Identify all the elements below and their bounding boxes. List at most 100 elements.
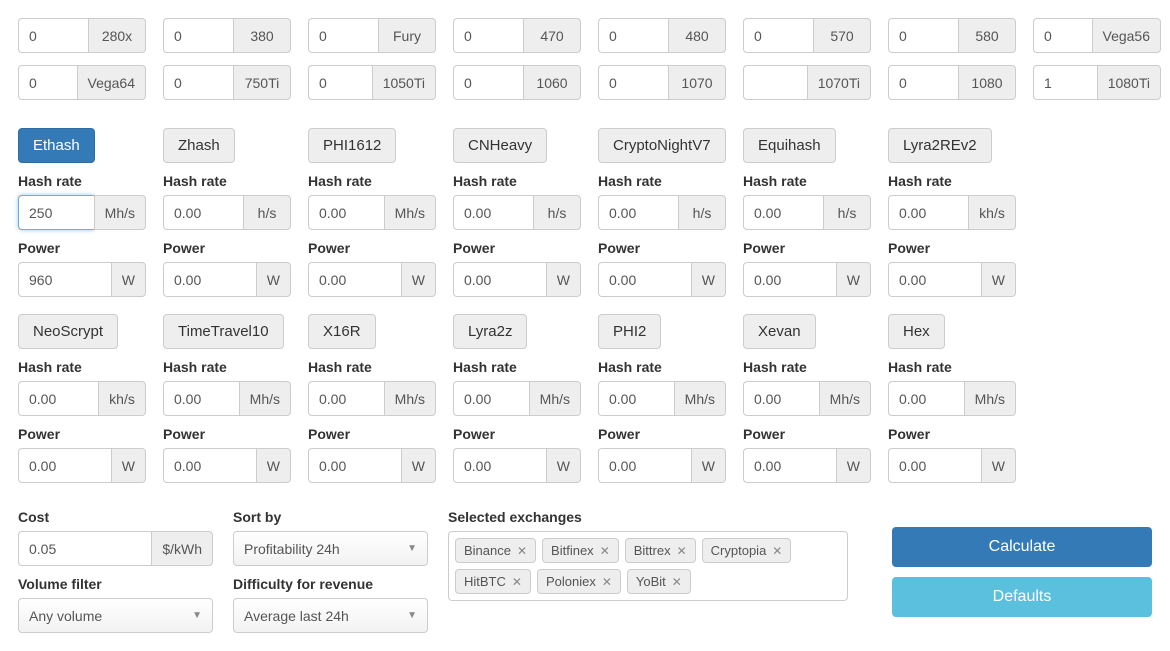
close-icon[interactable]: ✕ <box>677 544 687 558</box>
hashrate-input[interactable] <box>598 381 674 416</box>
gpu-input-group: 570 <box>743 18 871 53</box>
close-icon[interactable]: ✕ <box>672 575 682 589</box>
hashrate-input[interactable] <box>743 195 823 230</box>
algo-button[interactable]: PHI2 <box>598 314 661 349</box>
hashrate-input[interactable] <box>163 381 239 416</box>
hashrate-input[interactable] <box>163 195 243 230</box>
algo-button[interactable]: Lyra2REv2 <box>888 128 992 163</box>
algo-button[interactable]: Lyra2z <box>453 314 527 349</box>
gpu-count-input[interactable] <box>163 18 233 53</box>
power-label: Power <box>888 240 1016 256</box>
gpu-count-input[interactable] <box>453 65 523 100</box>
power-unit: W <box>836 262 871 297</box>
algo-button[interactable]: Xevan <box>743 314 816 349</box>
volume-filter-select[interactable]: Any volume ▼ <box>18 598 213 633</box>
gpu-count-input[interactable] <box>1033 65 1097 100</box>
hashrate-input[interactable] <box>18 381 98 416</box>
algo-button[interactable]: Hex <box>888 314 945 349</box>
exchanges-box[interactable]: Binance✕Bitfinex✕Bittrex✕Cryptopia✕ HitBT… <box>448 531 848 601</box>
gpu-model-label: 570 <box>813 18 871 53</box>
power-input[interactable] <box>888 262 981 297</box>
close-icon[interactable]: ✕ <box>512 575 522 589</box>
exchange-tag[interactable]: Binance✕ <box>455 538 536 563</box>
power-input[interactable] <box>453 448 546 483</box>
power-input[interactable] <box>18 262 111 297</box>
power-input[interactable] <box>18 448 111 483</box>
gpu-count-input[interactable] <box>18 65 77 100</box>
algo-button[interactable]: CryptoNightV7 <box>598 128 726 163</box>
power-input[interactable] <box>163 262 256 297</box>
hashrate-input-group: Mh/s <box>308 381 436 416</box>
hashrate-unit: h/s <box>243 195 291 230</box>
power-input[interactable] <box>743 448 836 483</box>
exchange-tag[interactable]: Bittrex✕ <box>625 538 696 563</box>
gpu-count-input[interactable] <box>308 65 372 100</box>
power-input[interactable] <box>598 448 691 483</box>
gpu-input-group: 750Ti <box>163 65 291 100</box>
gpu-count-input[interactable] <box>888 18 958 53</box>
gpu-count-input[interactable] <box>598 18 668 53</box>
sort-by-select[interactable]: Profitability 24h ▼ <box>233 531 428 566</box>
power-input[interactable] <box>308 448 401 483</box>
algo-button[interactable]: TimeTravel10 <box>163 314 284 349</box>
exchange-tag[interactable]: HitBTC✕ <box>455 569 531 594</box>
sort-by-label: Sort by <box>233 509 428 525</box>
hashrate-input[interactable] <box>888 381 964 416</box>
exchange-tag[interactable]: YoBit✕ <box>627 569 691 594</box>
hashrate-unit: Mh/s <box>529 381 581 416</box>
close-icon[interactable]: ✕ <box>772 544 782 558</box>
hashrate-input[interactable] <box>18 195 94 230</box>
gpu-count-input[interactable] <box>888 65 958 100</box>
gpu-count-input[interactable] <box>598 65 668 100</box>
power-input[interactable] <box>888 448 981 483</box>
gpu-count-input[interactable] <box>18 18 88 53</box>
algo-block: Lyra2REv2Hash ratekh/sPowerW <box>888 128 1016 297</box>
gpu-count-input[interactable] <box>743 18 813 53</box>
gpu-count-input[interactable] <box>743 65 807 100</box>
algo-button[interactable]: Zhash <box>163 128 235 163</box>
hashrate-input[interactable] <box>308 195 384 230</box>
close-icon[interactable]: ✕ <box>600 544 610 558</box>
algo-block: TimeTravel10Hash rateMh/sPowerW <box>163 314 291 483</box>
power-input-group: W <box>743 448 871 483</box>
gpu-count-input[interactable] <box>1033 18 1092 53</box>
algo-button[interactable]: X16R <box>308 314 376 349</box>
power-input[interactable] <box>308 262 401 297</box>
power-label: Power <box>163 426 291 442</box>
power-input[interactable] <box>743 262 836 297</box>
cost-input[interactable] <box>18 531 151 566</box>
algo-button[interactable]: Equihash <box>743 128 836 163</box>
hashrate-input[interactable] <box>888 195 968 230</box>
power-input[interactable] <box>163 448 256 483</box>
difficulty-select[interactable]: Average last 24h ▼ <box>233 598 428 633</box>
algo-button[interactable]: Ethash <box>18 128 95 163</box>
hashrate-input[interactable] <box>743 381 819 416</box>
gpu-count-input[interactable] <box>308 18 378 53</box>
hashrate-input[interactable] <box>598 195 678 230</box>
exchange-tag[interactable]: Bitfinex✕ <box>542 538 619 563</box>
close-icon[interactable]: ✕ <box>602 575 612 589</box>
close-icon[interactable]: ✕ <box>517 544 527 558</box>
power-input-group: W <box>598 262 726 297</box>
exchange-tag[interactable]: Poloniex✕ <box>537 569 621 594</box>
algo-button[interactable]: CNHeavy <box>453 128 547 163</box>
algo-button[interactable]: NeoScrypt <box>18 314 118 349</box>
power-input[interactable] <box>598 262 691 297</box>
defaults-button[interactable]: Defaults <box>892 577 1152 617</box>
algo-button[interactable]: PHI1612 <box>308 128 396 163</box>
hashrate-input[interactable] <box>308 381 384 416</box>
gpu-count-input[interactable] <box>163 65 233 100</box>
algo-block: Lyra2zHash rateMh/sPowerW <box>453 314 581 483</box>
exchange-tag[interactable]: Cryptopia✕ <box>702 538 792 563</box>
hashrate-input[interactable] <box>453 195 533 230</box>
hashrate-input-group: kh/s <box>888 195 1016 230</box>
gpu-count-input[interactable] <box>453 18 523 53</box>
algo-block: EthashHash rateMh/sPowerW <box>18 128 146 297</box>
hashrate-input[interactable] <box>453 381 529 416</box>
hashrate-input-group: h/s <box>453 195 581 230</box>
hashrate-label: Hash rate <box>743 173 871 189</box>
hashrate-label: Hash rate <box>888 359 1016 375</box>
gpu-model-label: 1050Ti <box>372 65 436 100</box>
calculate-button[interactable]: Calculate <box>892 527 1152 567</box>
power-input[interactable] <box>453 262 546 297</box>
